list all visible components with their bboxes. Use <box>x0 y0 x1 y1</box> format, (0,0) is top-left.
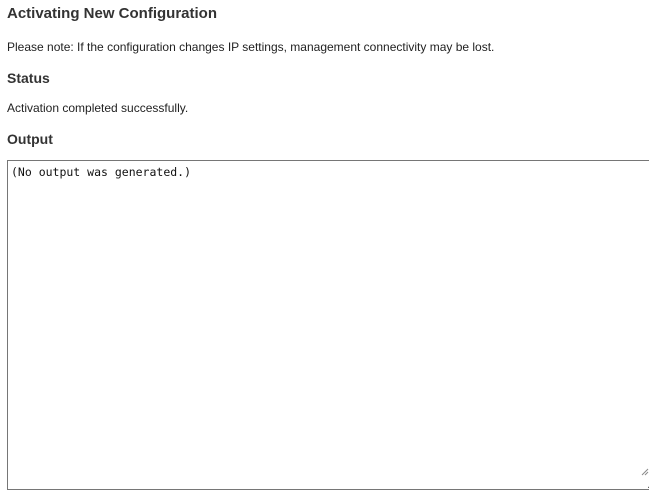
status-message: Activation completed successfully. <box>7 101 189 115</box>
activation-page: Activating New Configuration Please note… <box>7 0 649 490</box>
status-heading: Status <box>7 70 50 86</box>
ip-settings-note: Please note: If the configuration change… <box>7 40 495 54</box>
output-textarea[interactable]: (No output was generated.) <box>7 160 649 490</box>
output-heading: Output <box>7 131 53 147</box>
page-title: Activating New Configuration <box>7 5 217 22</box>
